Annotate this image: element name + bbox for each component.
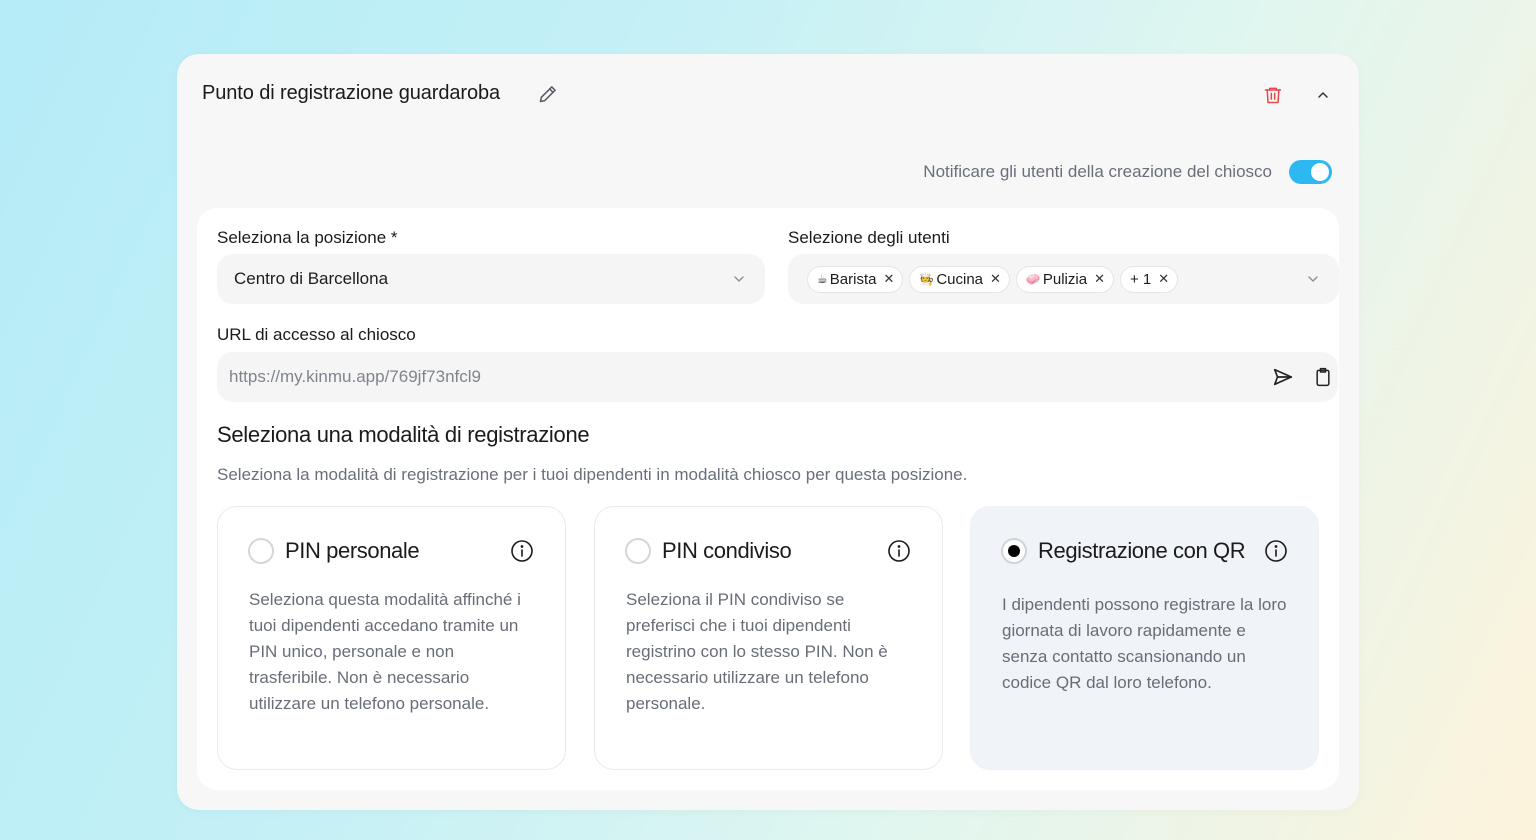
collapse-chevron-up-icon[interactable]	[1313, 85, 1333, 105]
chip-label: Barista	[829, 270, 877, 288]
info-icon[interactable]	[1264, 539, 1288, 563]
url-label: URL di accesso al chiosco	[217, 325, 416, 344]
radio-button[interactable]	[625, 538, 651, 564]
user-chip-pulizia: 🧼 Pulizia ✕	[1015, 265, 1114, 293]
user-chip-more: + 1 ✕	[1119, 265, 1179, 293]
user-chip-cucina: 🧑‍🍳 Cucina ✕	[909, 265, 1010, 293]
position-label: Seleziona la posizione *	[217, 228, 398, 247]
user-chips: ☕ Barista ✕ 🧑‍🍳 Cucina ✕ 🧼 Pulizia ✕ + 1…	[788, 265, 1179, 293]
remove-chip-icon[interactable]: ✕	[883, 271, 894, 287]
url-field	[217, 352, 1338, 402]
radio-button-selected[interactable]	[1001, 538, 1027, 564]
kiosk-title: Punto di registrazione guardaroba	[202, 82, 501, 104]
chevron-down-icon	[731, 271, 747, 287]
chip-label: Pulizia	[1042, 270, 1088, 288]
chef-icon: 🧑‍🍳	[919, 272, 935, 286]
mode-option-title: Registrazione con QR	[1038, 538, 1246, 563]
info-icon[interactable]	[887, 539, 911, 563]
kiosk-card: Punto di registrazione guardaroba Notifi…	[177, 54, 1359, 810]
remove-chip-icon[interactable]: ✕	[990, 271, 1001, 287]
mode-option-qr[interactable]: Registrazione con QR I dipendenti posson…	[970, 506, 1319, 770]
mode-section-title: Seleziona una modalità di registrazione	[217, 422, 590, 447]
position-select[interactable]: Centro di Barcellona	[217, 254, 765, 304]
user-chip-barista: ☕ Barista ✕	[807, 265, 904, 293]
mode-option-description: Seleziona il PIN condiviso se preferisci…	[626, 590, 888, 713]
notify-users-label: Notificare gli utenti della creazione de…	[923, 162, 1272, 181]
coffee-icon: ☕	[817, 272, 828, 286]
mode-option-description: Seleziona questa modalità affinché i tuo…	[249, 590, 521, 713]
users-label: Selezione degli utenti	[788, 228, 950, 247]
mode-option-shared-pin[interactable]: PIN condiviso Seleziona il PIN condiviso…	[594, 506, 943, 770]
kiosk-settings-panel: Seleziona la posizione * Centro di Barce…	[197, 208, 1339, 790]
chip-label: Cucina	[936, 270, 984, 288]
position-value: Centro di Barcellona	[234, 269, 389, 288]
users-select[interactable]: ☕ Barista ✕ 🧑‍🍳 Cucina ✕ 🧼 Pulizia ✕ + 1…	[788, 254, 1339, 304]
remove-chip-icon[interactable]: ✕	[1158, 271, 1169, 287]
notify-users-toggle[interactable]	[1289, 160, 1332, 184]
edit-icon[interactable]	[537, 83, 559, 105]
trash-icon[interactable]	[1262, 84, 1284, 106]
url-input[interactable]	[217, 352, 1237, 402]
chevron-down-icon	[1305, 271, 1321, 287]
mode-option-personal-pin[interactable]: PIN personale Seleziona questa modalità …	[217, 506, 566, 770]
remove-chip-icon[interactable]: ✕	[1094, 271, 1105, 287]
toggle-knob	[1311, 163, 1329, 181]
info-icon[interactable]	[510, 539, 534, 563]
mode-option-title: PIN personale	[285, 538, 420, 563]
mode-section-description: Seleziona la modalità di registrazione p…	[217, 465, 968, 484]
chip-label: + 1	[1129, 270, 1152, 288]
send-icon[interactable]	[1271, 365, 1295, 389]
radio-button[interactable]	[248, 538, 274, 564]
clipboard-icon[interactable]	[1311, 365, 1335, 389]
mode-option-description: I dipendenti possono registrare la loro …	[1002, 595, 1287, 692]
soap-icon: 🧼	[1025, 272, 1041, 286]
mode-option-title: PIN condiviso	[662, 538, 792, 563]
